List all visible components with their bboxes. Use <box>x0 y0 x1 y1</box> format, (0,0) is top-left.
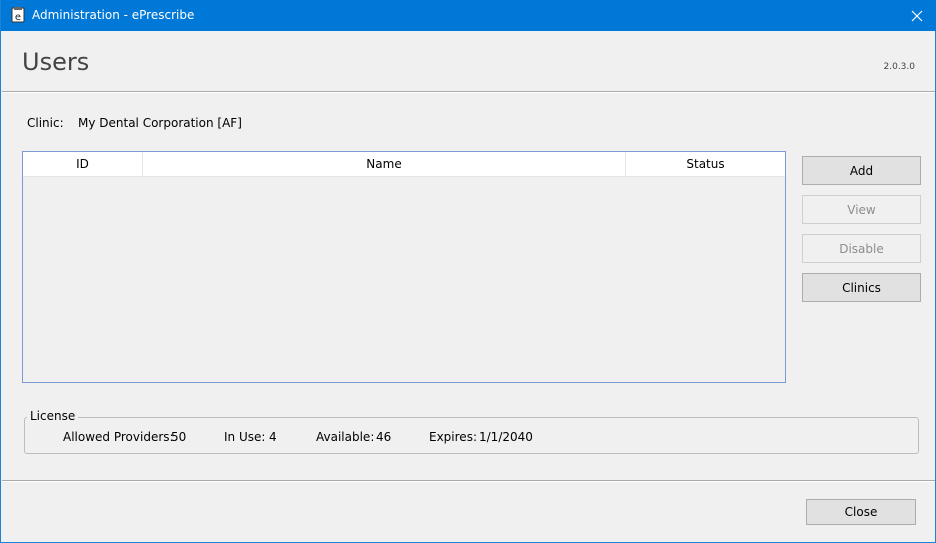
column-header-id[interactable]: ID <box>23 152 143 176</box>
expires-label: Expires: <box>429 430 477 444</box>
svg-text:e: e <box>15 12 21 23</box>
close-button[interactable]: Close <box>806 499 916 525</box>
clinics-button[interactable]: Clinics <box>802 273 921 302</box>
column-header-name[interactable]: Name <box>143 152 626 176</box>
in-use-value: 4 <box>269 430 277 444</box>
add-button[interactable]: Add <box>802 156 921 185</box>
available-label: Available: <box>316 430 375 444</box>
column-header-status[interactable]: Status <box>626 152 785 176</box>
window-title: Administration - ePrescribe <box>32 8 195 22</box>
users-grid[interactable]: ID Name Status <box>22 151 786 383</box>
allowed-providers-label: Allowed Providers: <box>63 430 174 444</box>
window-close-icon[interactable] <box>897 0 936 31</box>
version-label: 2.0.3.0 <box>883 62 916 72</box>
clinic-value: My Dental Corporation [AF] <box>78 116 242 130</box>
in-use-label: In Use: <box>224 430 266 444</box>
expires-value: 1/1/2040 <box>479 430 533 444</box>
header-divider <box>2 91 935 93</box>
page-title: Users <box>22 48 90 76</box>
admin-window: e Administration - ePrescribe Users 2.0.… <box>0 0 936 543</box>
grid-header: ID Name Status <box>23 152 785 177</box>
footer-divider <box>2 480 935 482</box>
header: Users 2.0.3.0 <box>1 31 935 91</box>
disable-button[interactable]: Disable <box>802 234 921 263</box>
clinic-label: Clinic: <box>27 116 64 130</box>
license-legend: License <box>27 409 79 423</box>
app-icon: e <box>11 7 25 23</box>
title-bar[interactable]: e Administration - ePrescribe <box>1 0 936 31</box>
view-button[interactable]: View <box>802 195 921 224</box>
available-value: 46 <box>376 430 392 444</box>
allowed-providers-value: 50 <box>171 430 187 444</box>
